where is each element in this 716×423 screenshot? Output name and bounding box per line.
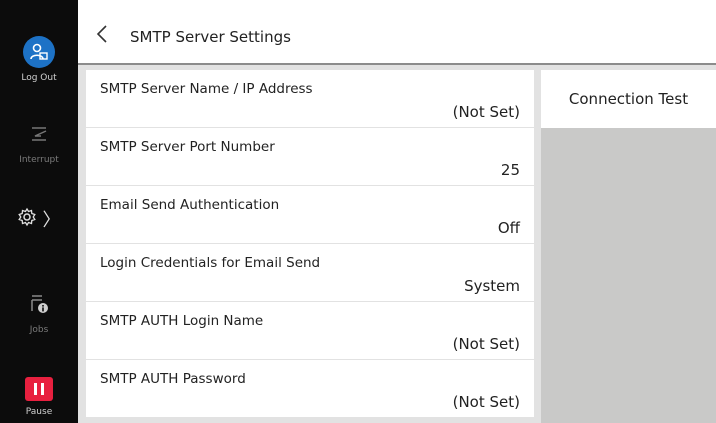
left-sidebar: Log Out Interrupt 〉 Jobs Pause (0, 0, 78, 423)
setting-value: (Not Set) (452, 393, 520, 411)
setting-smtp-server-name[interactable]: SMTP Server Name / IP Address (Not Set) (86, 70, 534, 127)
logout-icon (23, 36, 55, 68)
setting-label: Email Send Authentication (100, 197, 280, 213)
pause-label: Pause (25, 407, 53, 417)
setting-value: 25 (500, 161, 520, 179)
setting-email-auth[interactable]: Email Send Authentication Off (86, 186, 534, 243)
settings-list: SMTP Server Name / IP Address (Not Set) … (86, 70, 534, 418)
setting-value: (Not Set) (452, 335, 520, 353)
pause-button[interactable]: Pause (0, 377, 78, 417)
jobs-icon (0, 293, 78, 317)
gear-icon (17, 207, 37, 231)
setting-login-credentials[interactable]: Login Credentials for Email Send System (86, 244, 534, 301)
setting-smtp-port[interactable]: SMTP Server Port Number 25 (86, 128, 534, 185)
setting-value: Off (497, 219, 520, 237)
jobs-button[interactable]: Jobs (0, 293, 78, 335)
setting-label: SMTP Server Port Number (100, 139, 275, 155)
logout-button[interactable]: Log Out (0, 36, 78, 83)
chevron-right-icon: 〉 (42, 210, 61, 231)
jobs-label: Jobs (29, 325, 49, 335)
setting-auth-password[interactable]: SMTP AUTH Password (Not Set) (86, 360, 534, 417)
setting-value: (Not Set) (452, 103, 520, 121)
interrupt-label: Interrupt (19, 155, 59, 165)
interrupt-icon (0, 125, 78, 147)
back-arrow-icon[interactable] (96, 24, 108, 48)
connection-test-button[interactable]: Connection Test (541, 70, 716, 128)
interrupt-button[interactable]: Interrupt (0, 125, 78, 165)
right-panel: Connection Test (541, 70, 716, 423)
setting-label: SMTP Server Name / IP Address (100, 81, 313, 97)
page-title: SMTP Server Settings (130, 28, 291, 46)
setting-auth-login-name[interactable]: SMTP AUTH Login Name (Not Set) (86, 302, 534, 359)
setting-label: Login Credentials for Email Send (100, 255, 321, 271)
logout-label: Log Out (21, 73, 57, 83)
pause-icon (25, 377, 53, 401)
setting-label: SMTP AUTH Login Name (100, 313, 264, 329)
device-settings-button[interactable]: 〉 (0, 206, 78, 232)
setting-value: System (464, 277, 520, 295)
header-bar: SMTP Server Settings (78, 0, 716, 65)
setting-label: SMTP AUTH Password (100, 371, 246, 387)
